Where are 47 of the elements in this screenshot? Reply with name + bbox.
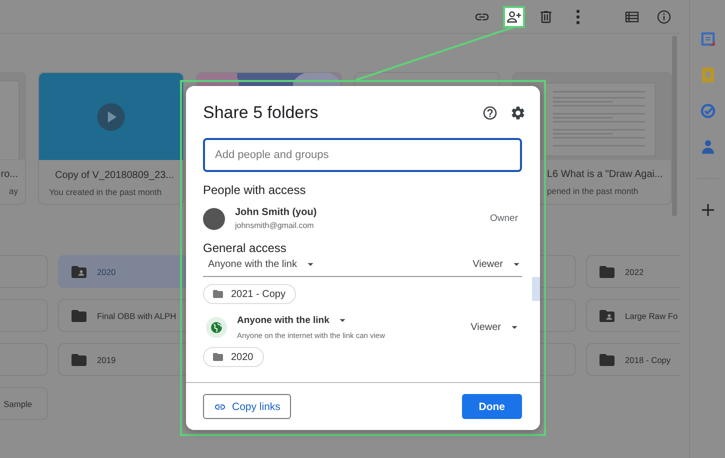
folder-tile[interactable]: Large Raw Fo <box>586 299 681 332</box>
folder-icon <box>212 351 224 363</box>
folder-name: 2020 <box>97 266 116 276</box>
folder-chip: 2021 - Copy <box>203 284 296 304</box>
file-activity: ay <box>9 186 18 196</box>
folder-name: Sample <box>4 398 32 408</box>
file-title: ro... <box>0 169 18 180</box>
section-heading: General access <box>203 241 288 255</box>
more-icon <box>576 8 580 24</box>
add-people-field[interactable]: Add people and groups <box>203 138 522 172</box>
add-person-icon <box>506 8 522 24</box>
folder-chip: 2020 <box>203 347 264 367</box>
file-card[interactable]: Copy of V_20180809_23... You created in the past month <box>38 72 184 205</box>
avatar <box>203 208 225 230</box>
file-card[interactable]: ro... ay <box>0 72 26 205</box>
folder-tile[interactable]: 2018 - Copy <box>586 343 681 376</box>
dropdown[interactable]: Viewer <box>470 322 520 333</box>
settings-icon[interactable] <box>510 105 526 121</box>
person-email: johnsmith@gmail.com <box>235 221 315 230</box>
play-icon <box>96 102 126 132</box>
file-activity: You created in the past month <box>49 187 163 197</box>
done-button[interactable]: Done <box>462 394 522 419</box>
folder-name: 2018 - Copy <box>625 354 671 364</box>
section-heading: People with access <box>203 183 307 197</box>
folder-icon <box>212 288 224 300</box>
folder-name: 2022 <box>625 266 644 276</box>
check-circle-icon[interactable] <box>698 102 716 120</box>
folder-name: 2019 <box>97 354 116 364</box>
file-title: L6 What is a "Draw Agai... <box>547 169 663 180</box>
trash-icon <box>538 8 554 24</box>
folder-tile[interactable]: 2022 <box>586 255 681 288</box>
file-title: Copy of V_20180809_23... <box>55 170 174 180</box>
file-activity: pened in the past month <box>547 186 640 196</box>
person-name: John Smith (you) <box>235 207 318 218</box>
help-icon[interactable] <box>482 105 498 121</box>
folder-tile[interactable]: Sample <box>0 387 48 420</box>
role-label: Owner <box>490 213 518 224</box>
folder-name: Final OBB with ALPH <box>97 310 176 320</box>
info-icon <box>656 8 672 24</box>
scrollbar-thumb[interactable] <box>532 277 540 301</box>
copy-links-button[interactable]: Copy links <box>203 394 292 419</box>
globe-icon <box>210 321 223 334</box>
dropdown[interactable]: Viewer <box>472 259 522 270</box>
list-view-icon <box>624 8 640 24</box>
folder-name: Large Raw Fo <box>625 310 678 320</box>
add-person-button[interactable] <box>503 6 525 28</box>
dialog-title: Share 5 folders <box>203 103 320 123</box>
